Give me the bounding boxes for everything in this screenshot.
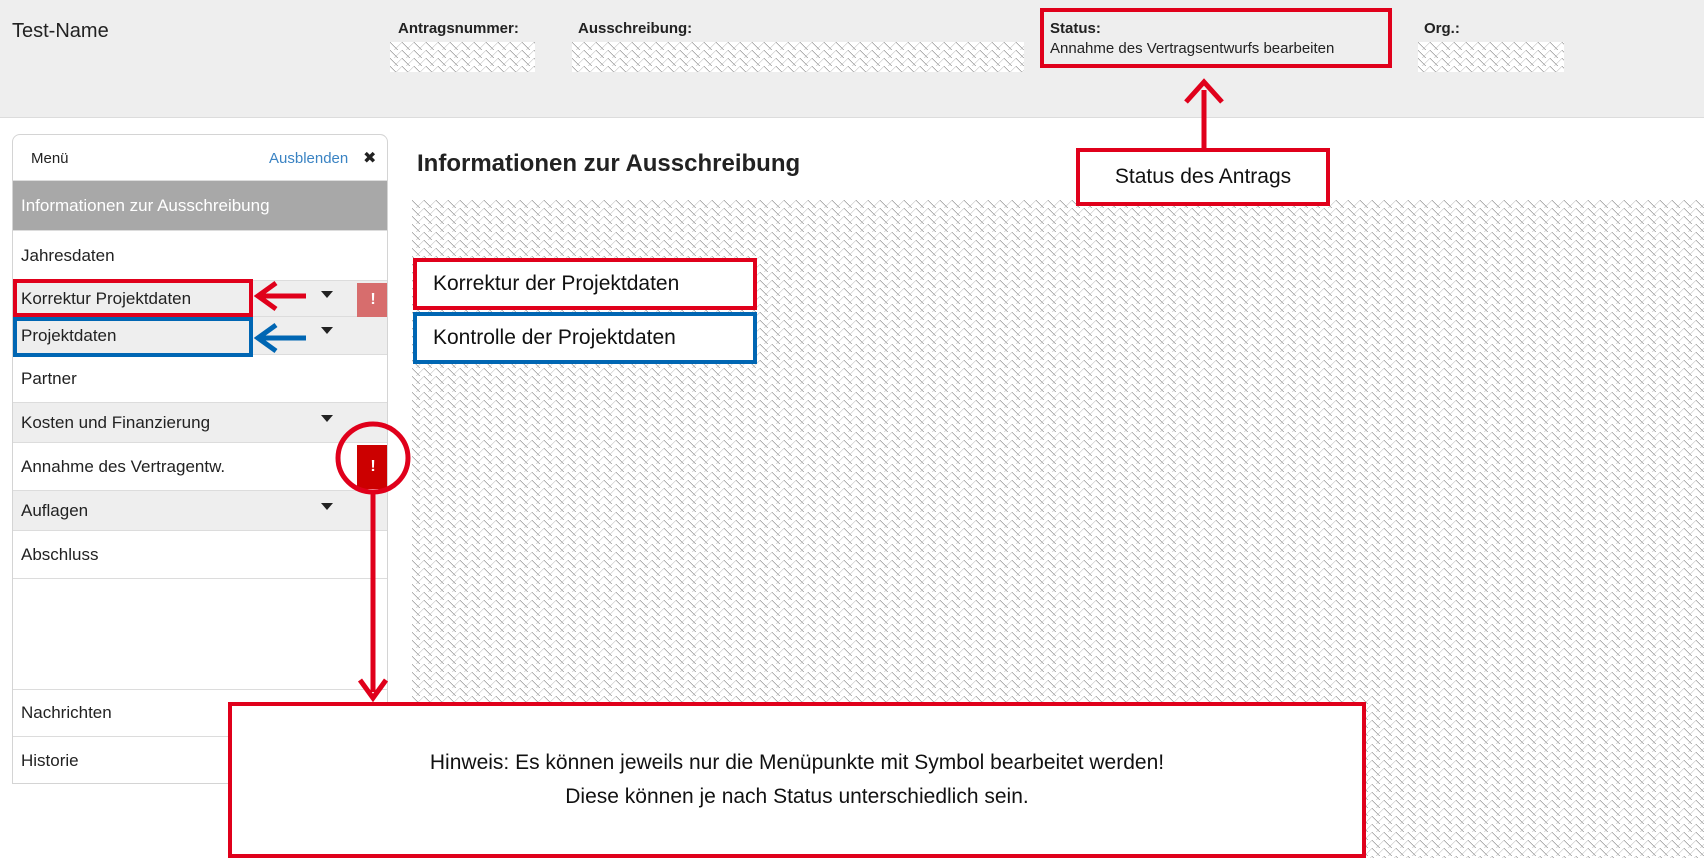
warning-highlight-circle (335, 421, 411, 495)
arrow-icon (1184, 78, 1224, 148)
arrow-icon (253, 322, 306, 354)
arrow-icon (357, 492, 389, 703)
annotation-arrows (253, 78, 1224, 703)
arrow-icon (253, 280, 306, 312)
